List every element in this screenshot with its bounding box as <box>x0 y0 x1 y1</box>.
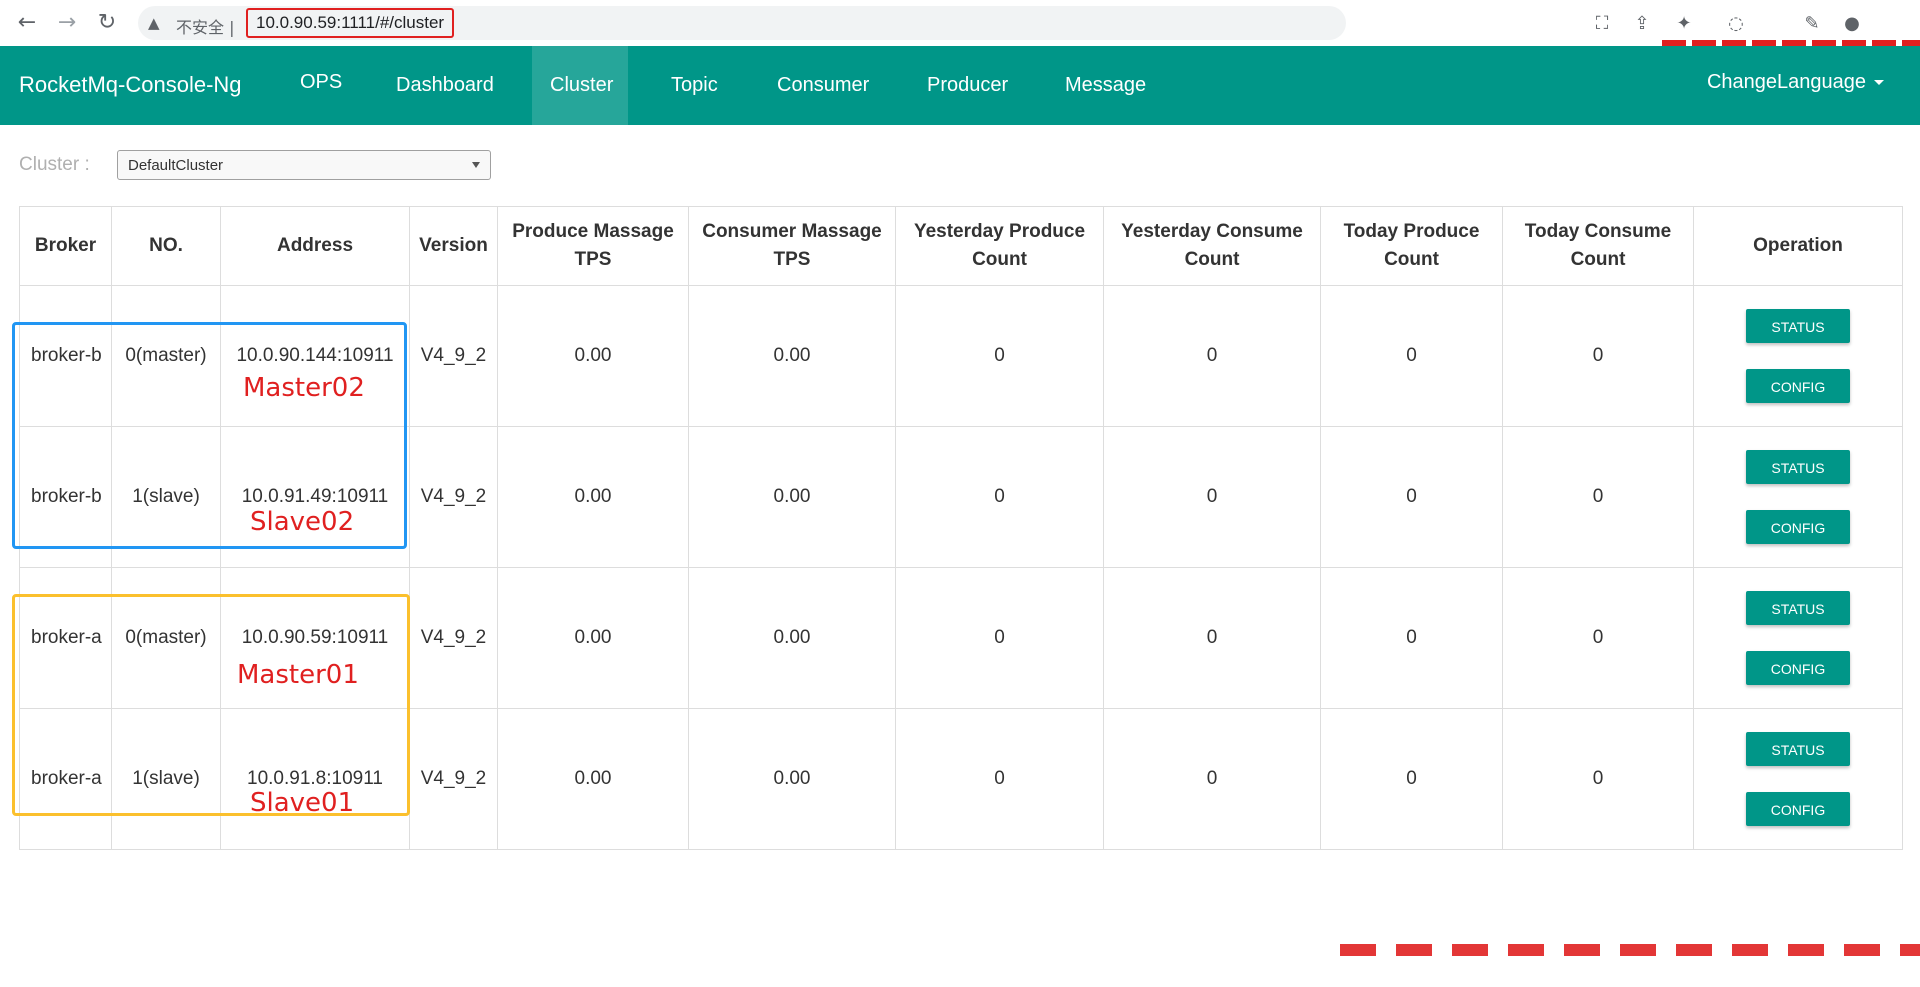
status-button[interactable]: STATUS <box>1746 732 1850 766</box>
column-header: Address <box>220 206 410 286</box>
column-header: Yesterday Produce Count <box>895 206 1104 286</box>
yesterday-produce-cell: 0 <box>895 708 1104 850</box>
nav-item-cluster[interactable]: Cluster <box>532 46 628 125</box>
produce-tps-cell: 0.00 <box>497 285 689 427</box>
operation-cell: STATUS CONFIG <box>1693 426 1903 568</box>
yesterday-produce-cell: 0 <box>895 567 1104 709</box>
status-button[interactable]: STATUS <box>1746 309 1850 343</box>
app-navbar: RocketMq-Console-Ng OPS Dashboard Cluste… <box>0 46 1920 125</box>
yesterday-produce-cell: 0 <box>895 285 1104 427</box>
today-consume-cell: 0 <box>1502 708 1694 850</box>
today-produce-cell: 0 <box>1320 567 1503 709</box>
warning-icon[interactable]: ▲ <box>148 14 166 32</box>
address-bar[interactable]: ▲ 不安全 | 10.0.90.59:1111/#/cluster <box>138 6 1346 40</box>
cluster-select-value: DefaultCluster <box>128 157 224 174</box>
caret-down-icon <box>1874 80 1884 86</box>
chevron-down-icon <box>472 162 480 168</box>
column-header: Consumer Massage TPS <box>688 206 896 286</box>
translate-icon[interactable]: ⛶ <box>1590 12 1614 36</box>
change-language-label: ChangeLanguage <box>1706 71 1866 93</box>
today-consume-cell: 0 <box>1502 567 1694 709</box>
today-produce-cell: 0 <box>1320 285 1503 427</box>
today-consume-cell: 0 <box>1502 285 1694 427</box>
today-produce-cell: 0 <box>1320 708 1503 850</box>
yesterday-consume-cell: 0 <box>1103 285 1321 427</box>
url-text[interactable]: 10.0.90.59:1111/#/cluster <box>246 8 455 38</box>
operation-cell: STATUS CONFIG <box>1693 708 1903 850</box>
column-header: Today Consume Count <box>1502 206 1694 286</box>
operation-cell: STATUS CONFIG <box>1693 285 1903 427</box>
status-button[interactable]: STATUS <box>1746 450 1850 484</box>
brand-title[interactable]: RocketMq-Console-Ng <box>19 72 242 98</box>
version-cell: V4_9_2 <box>409 567 498 709</box>
column-header: Today Produce Count <box>1320 206 1503 286</box>
version-cell: V4_9_2 <box>409 285 498 427</box>
profile-icon[interactable]: ● <box>1840 12 1864 36</box>
config-button[interactable]: CONFIG <box>1746 369 1850 403</box>
yesterday-consume-cell: 0 <box>1103 567 1321 709</box>
cluster-label: Cluster : <box>19 154 90 175</box>
consumer-tps-cell: 0.00 <box>688 708 896 850</box>
annotation-slave02: Slave02 <box>250 507 355 537</box>
status-button[interactable]: STATUS <box>1746 591 1850 625</box>
redaction-mark <box>1340 944 1920 956</box>
table-header-row: Broker NO. Address Version Produce Massa… <box>19 206 1903 286</box>
today-consume-cell: 0 <box>1502 426 1694 568</box>
produce-tps-cell: 0.00 <box>497 708 689 850</box>
nav-item-consumer[interactable]: Consumer <box>759 46 887 125</box>
consumer-tps-cell: 0.00 <box>688 567 896 709</box>
today-produce-cell: 0 <box>1320 426 1503 568</box>
consumer-tps-cell: 0.00 <box>688 426 896 568</box>
config-button[interactable]: CONFIG <box>1746 651 1850 685</box>
nav-item-dashboard[interactable]: Dashboard <box>378 46 512 125</box>
config-button[interactable]: CONFIG <box>1746 510 1850 544</box>
annotation-master01: Master01 <box>237 660 359 690</box>
operation-cell: STATUS CONFIG <box>1693 567 1903 709</box>
nav-item-topic[interactable]: Topic <box>653 46 736 125</box>
version-cell: V4_9_2 <box>409 708 498 850</box>
column-header: Operation <box>1693 206 1903 286</box>
cluster-select[interactable]: DefaultCluster <box>117 150 491 180</box>
column-header: Produce Massage TPS <box>497 206 689 286</box>
column-header: Broker <box>19 206 112 286</box>
yesterday-produce-cell: 0 <box>895 426 1104 568</box>
extension-icon[interactable]: ✎ <box>1800 12 1824 36</box>
config-button[interactable]: CONFIG <box>1746 792 1850 826</box>
produce-tps-cell: 0.00 <box>497 426 689 568</box>
insecure-label: 不安全 | <box>176 18 235 37</box>
share-icon[interactable]: ⇪ <box>1630 12 1654 36</box>
column-header: NO. <box>111 206 221 286</box>
column-header: Version <box>409 206 498 286</box>
version-cell: V4_9_2 <box>409 426 498 568</box>
extension-icon[interactable]: ✦ <box>1672 12 1696 36</box>
consumer-tps-cell: 0.00 <box>688 285 896 427</box>
forward-arrow-icon[interactable]: → <box>54 10 80 36</box>
column-header: Yesterday Consume Count <box>1103 206 1321 286</box>
nav-item-message[interactable]: Message <box>1047 46 1164 125</box>
yesterday-consume-cell: 0 <box>1103 708 1321 850</box>
back-arrow-icon[interactable]: ← <box>14 10 40 36</box>
yesterday-consume-cell: 0 <box>1103 426 1321 568</box>
nav-item-ops[interactable]: OPS <box>282 46 360 125</box>
reload-icon[interactable]: ↻ <box>94 10 120 36</box>
annotation-slave01: Slave01 <box>250 788 355 818</box>
produce-tps-cell: 0.00 <box>497 567 689 709</box>
annotation-master02: Master02 <box>243 373 365 403</box>
master01-slave01-highlight-box <box>12 594 410 816</box>
browser-toolbar: ← → ↻ ▲ 不安全 | 10.0.90.59:1111/#/cluster … <box>0 0 1920 48</box>
change-language-dropdown[interactable]: ChangeLanguage <box>1707 46 1884 125</box>
extension-icon[interactable]: ◌ <box>1724 12 1748 36</box>
nav-item-producer[interactable]: Producer <box>909 46 1026 125</box>
